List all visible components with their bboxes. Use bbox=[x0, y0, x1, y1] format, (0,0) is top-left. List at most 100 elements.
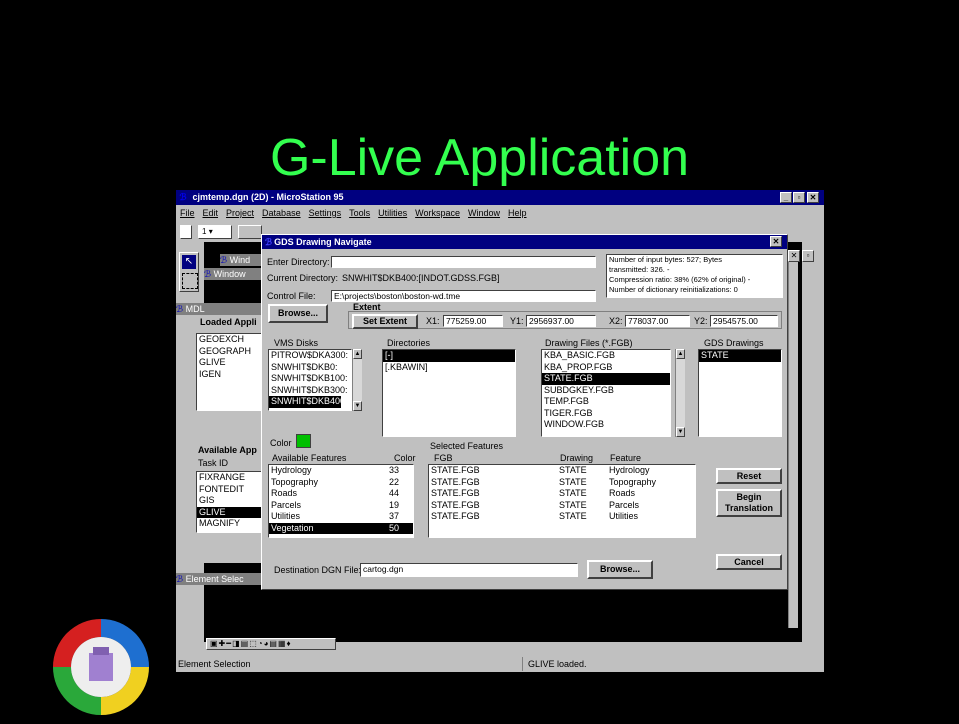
list-item[interactable]: TIGER.FGB bbox=[542, 408, 670, 420]
mdl-title-label: MDL bbox=[185, 304, 205, 314]
drawing-files-scrollbar[interactable]: ▲ ▼ bbox=[675, 349, 685, 437]
feature-row[interactable]: Vegetation 50 bbox=[269, 522, 413, 534]
menu-item[interactable]: File bbox=[180, 208, 195, 218]
menu-item[interactable]: Settings bbox=[309, 208, 342, 218]
menu-item[interactable]: Project bbox=[226, 208, 254, 218]
list-item[interactable]: GEOGRAPH bbox=[197, 346, 261, 358]
directories-list[interactable]: [-] [.KBAWIN] bbox=[382, 349, 516, 437]
gds-drawings-list[interactable]: STATE bbox=[698, 349, 782, 437]
view-close-icon[interactable]: ✕ bbox=[788, 250, 800, 262]
feature-name: Topography bbox=[271, 476, 319, 487]
selected-feature-row[interactable]: STATE.FGB STATE Topography bbox=[429, 477, 695, 489]
feature-name: Vegetation bbox=[271, 522, 314, 533]
organization-logo bbox=[53, 619, 149, 715]
level-select[interactable]: 1 ▾ bbox=[198, 225, 232, 239]
list-item[interactable]: SNWHIT$DKB300: bbox=[269, 385, 348, 397]
list-item[interactable]: TEMP.FGB bbox=[542, 396, 670, 408]
feature-row[interactable]: Utilities 37 bbox=[269, 511, 413, 523]
browse-destination-button[interactable]: Browse... bbox=[587, 560, 653, 579]
list-item[interactable]: SNWHIT$DKB100: bbox=[269, 373, 348, 385]
list-item[interactable]: KBA_PROP.FGB bbox=[542, 362, 670, 374]
list-item[interactable]: KBA_BASIC.FGB bbox=[542, 350, 670, 362]
list-item[interactable]: WINDOW.FGB bbox=[542, 419, 670, 431]
vms-scrollbar[interactable]: ▲ ▼ bbox=[352, 349, 362, 411]
selected-features-list[interactable]: STATE.FGB STATE Hydrology STATE.FGB STATE Top… bbox=[428, 464, 696, 538]
list-item[interactable]: SNWHIT$DKB0: bbox=[269, 362, 341, 374]
list-item[interactable]: GLIVE bbox=[197, 357, 261, 369]
list-item[interactable]: [-] bbox=[383, 350, 515, 362]
maximize-button[interactable]: ▫ bbox=[793, 192, 805, 203]
menu-item[interactable]: Help bbox=[508, 208, 527, 218]
menu-item[interactable]: Utilities bbox=[378, 208, 407, 218]
available-apps-label: Available App bbox=[198, 445, 257, 455]
feature-row[interactable]: Parcels 19 bbox=[269, 500, 413, 512]
list-item[interactable]: MAGNIFY bbox=[197, 518, 261, 530]
x2-label: X2: bbox=[609, 316, 623, 326]
control-file-input[interactable]: E:\projects\boston\boston-wd.tme bbox=[331, 290, 596, 302]
loaded-apps-list[interactable]: GEOEXCH GEOGRAPH GLIVE IGEN bbox=[196, 333, 262, 411]
color-tool[interactable] bbox=[180, 225, 192, 239]
selected-features-label: Selected Features bbox=[430, 441, 504, 451]
list-item[interactable]: GIS bbox=[197, 495, 261, 507]
gds-drawing-navigate-dialog: ℬ GDS Drawing Navigate ✕ Enter Directory:… bbox=[261, 234, 788, 590]
minimize-button[interactable]: _ bbox=[780, 192, 792, 203]
list-item[interactable]: FIXRANGE bbox=[197, 472, 261, 484]
x1-input[interactable]: 775259.00 bbox=[443, 315, 503, 327]
selected-feature-row[interactable]: STATE.FGB STATE Utilities bbox=[429, 511, 695, 523]
list-item[interactable]: FONTEDIT bbox=[197, 484, 261, 496]
line-style-tool[interactable] bbox=[238, 225, 262, 239]
list-item[interactable]: STATE.FGB bbox=[542, 373, 670, 385]
y2-input[interactable]: 2954575.00 bbox=[710, 315, 778, 327]
scroll-down-icon[interactable]: ▼ bbox=[353, 401, 362, 411]
y1-input[interactable]: 2956937.00 bbox=[526, 315, 596, 327]
selected-feature-row[interactable]: STATE.FGB STATE Parcels bbox=[429, 500, 695, 512]
dialog-close-button[interactable]: ✕ bbox=[770, 236, 782, 247]
drawing-files-list[interactable]: KBA_BASIC.FGB KBA_PROP.FGB STATE.FGB SUBDGK… bbox=[541, 349, 671, 437]
window-icon: ℬ bbox=[176, 574, 184, 584]
menu-item[interactable]: Edit bbox=[203, 208, 219, 218]
feature-row[interactable]: Roads 44 bbox=[269, 488, 413, 500]
cancel-button[interactable]: Cancel bbox=[716, 554, 782, 570]
view-restore-icon[interactable]: ▫ bbox=[802, 250, 814, 262]
main-title-bar: ℬ cjmtemp.dgn (2D) - MicroStation 95 _ ▫… bbox=[176, 190, 824, 205]
menu-item[interactable]: Window bbox=[468, 208, 500, 218]
list-item[interactable]: PITROW$DKA300: bbox=[269, 350, 348, 362]
list-item[interactable]: [.KBAWIN] bbox=[383, 362, 515, 374]
close-button[interactable]: ✕ bbox=[807, 192, 819, 203]
feature-row[interactable]: Hydrology 33 bbox=[269, 465, 413, 477]
select-arrow-icon[interactable]: ↖ bbox=[182, 255, 196, 269]
menu-item[interactable]: Workspace bbox=[415, 208, 460, 218]
fence-icon[interactable] bbox=[182, 273, 198, 289]
view-controls[interactable]: ▣✚━◨▤⬚◔◕▤▦♦ bbox=[206, 638, 336, 650]
enter-directory-input[interactable] bbox=[331, 256, 596, 268]
available-apps-list[interactable]: FIXRANGE FONTEDIT GIS GLIVE MAGNIFY bbox=[196, 471, 262, 533]
list-item[interactable]: STATE bbox=[699, 350, 781, 362]
list-item[interactable]: SNWHIT$DKB400: bbox=[269, 396, 348, 408]
available-features-list[interactable]: Hydrology 33 Topography 22 Roads 44 Parcels 19 U… bbox=[268, 464, 414, 538]
scroll-down-icon[interactable]: ▼ bbox=[676, 427, 685, 437]
vms-disks-list[interactable]: PITROW$DKA300: SNWHIT$DKB0: SNWHIT$DKB100:… bbox=[268, 349, 352, 411]
list-item[interactable]: GLIVE bbox=[197, 506, 261, 518]
scroll-up-icon[interactable]: ▲ bbox=[676, 349, 685, 359]
element-selection-title: ℬ Element Selec bbox=[176, 573, 264, 585]
list-item[interactable]: IGEN bbox=[197, 369, 261, 381]
feature-color: 44 bbox=[389, 488, 400, 498]
browse-button[interactable]: Browse... bbox=[268, 304, 328, 323]
begin-translation-button[interactable]: Begin Translation bbox=[716, 489, 782, 517]
x2-input[interactable]: 778037.00 bbox=[625, 315, 690, 327]
scroll-up-icon[interactable]: ▲ bbox=[353, 349, 362, 359]
reset-button[interactable]: Reset bbox=[716, 468, 782, 484]
destination-input[interactable]: cartog.dgn bbox=[360, 563, 578, 577]
menu-item[interactable]: Tools bbox=[349, 208, 370, 218]
info-box: Number of input bytes: 527; Bytes transmi… bbox=[606, 254, 783, 298]
color-swatch[interactable] bbox=[296, 434, 311, 448]
list-item[interactable]: SUBDGKEY.FGB bbox=[542, 385, 670, 397]
set-extent-button[interactable]: Set Extent bbox=[352, 314, 418, 329]
list-item[interactable]: GEOEXCH bbox=[197, 334, 261, 346]
menu-item[interactable]: Database bbox=[262, 208, 301, 218]
selected-feature-row[interactable]: STATE.FGB STATE Roads bbox=[429, 488, 695, 500]
feature-row[interactable]: Topography 22 bbox=[269, 477, 413, 489]
feature-name: Parcels bbox=[271, 499, 302, 510]
selected-feature-row[interactable]: STATE.FGB STATE Hydrology bbox=[429, 465, 695, 477]
view-vertical-scrollbar[interactable] bbox=[788, 258, 798, 628]
